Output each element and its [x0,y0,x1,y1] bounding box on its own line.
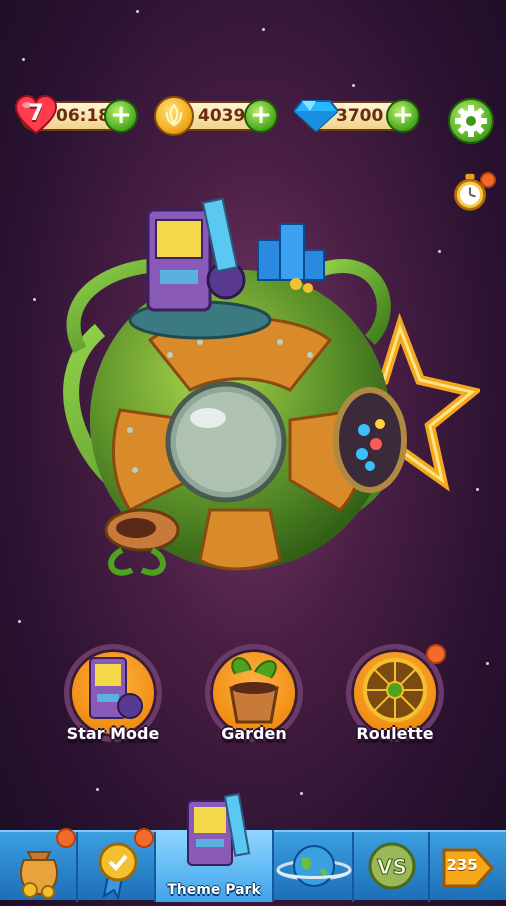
nav-label: Theme Park [167,882,261,898]
nav-item-world[interactable] [274,832,354,902]
nav-item-achievements[interactable] [78,828,156,902]
mode-label: Roulette [356,724,434,743]
notification-dot [426,644,446,664]
planet-icon [276,845,352,887]
nav-item-theme-park[interactable]: Theme Park [156,792,274,902]
versus-icon: VS [368,842,416,890]
add-lives-button[interactable]: + [104,99,138,133]
settings-button[interactable] [448,98,494,144]
mode-label: Star Mode [66,724,160,743]
nav-item-versus[interactable]: VS [354,832,430,902]
nav-item-rewards[interactable] [0,828,78,902]
add-gems-button[interactable]: + [386,99,420,133]
lives-timer: 06:18 [56,106,111,126]
gems-counter: 3700 + [294,99,420,133]
gems-value: 3700 [336,106,384,126]
theme-park-planet[interactable] [40,180,480,600]
gear-icon [455,105,487,137]
coins-value: 4039 [198,106,246,126]
notification-dot [480,172,496,188]
arcade-machine-icon [187,792,251,866]
lives-counter: 7 06:18 + [14,95,138,135]
bottom-nav: Theme Park VS [0,792,506,902]
svg-text:VS: VS [377,855,407,879]
lives-count: 7 [28,101,44,126]
notification-dot [56,828,76,848]
mode-label: Garden [221,724,287,743]
mode-button-garden[interactable]: Garden [205,644,303,743]
level-number: 235 [446,856,478,874]
mode-button-roulette[interactable]: Roulette [346,644,446,743]
mode-button-star-mode[interactable]: Star Mode [64,644,162,743]
diamond-icon [294,100,338,133]
add-coins-button[interactable]: + [244,99,278,133]
coin-icon [154,96,194,136]
notification-dot [134,828,154,848]
coins-counter: 4039 + [154,96,278,136]
